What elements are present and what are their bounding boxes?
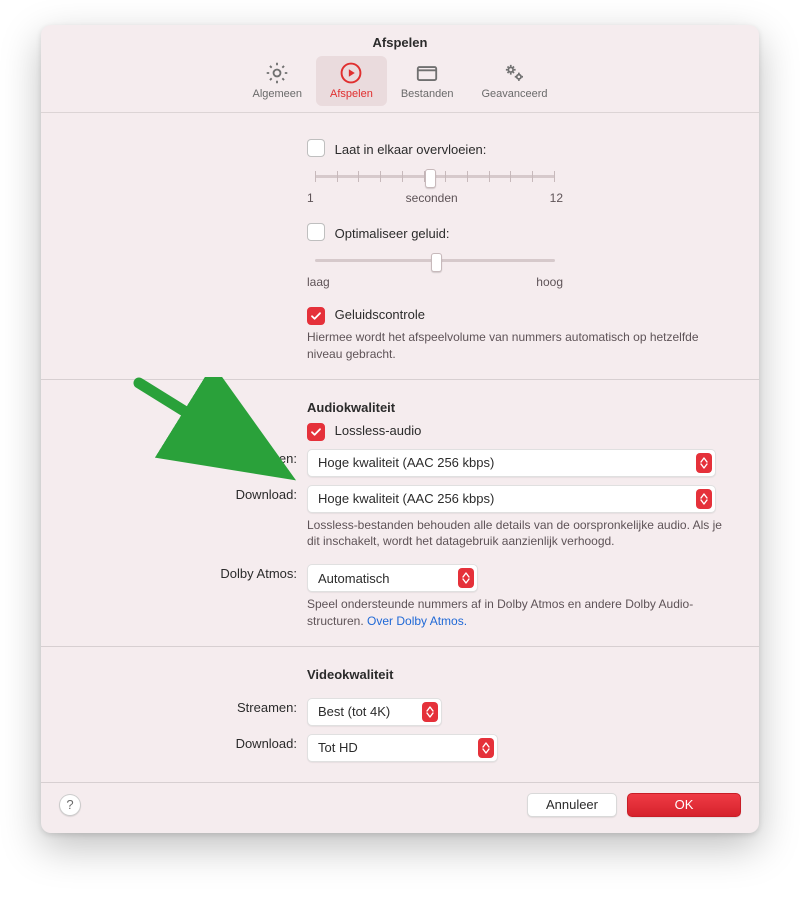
lossless-checkbox[interactable] <box>307 423 325 441</box>
select-value: Automatisch <box>318 571 390 586</box>
dolby-help: Speel ondersteunde nummers af in Dolby A… <box>307 596 733 630</box>
divider <box>41 646 759 647</box>
soundcheck-checkbox[interactable] <box>307 307 325 325</box>
ok-button[interactable]: OK <box>627 793 741 817</box>
tab-label: Algemeen <box>252 88 302 100</box>
folder-icon <box>414 60 440 86</box>
dolby-atmos-select[interactable]: Automatisch <box>307 564 478 592</box>
dolby-label: Dolby Atmos: <box>67 564 307 581</box>
select-value: Best (tot 4K) <box>318 704 390 719</box>
optimize-label: Optimaliseer geluid: <box>335 226 450 241</box>
updown-icon <box>696 453 712 473</box>
check-icon <box>310 426 322 438</box>
tab-label: Bestanden <box>401 88 454 100</box>
slider-max-label: 12 <box>550 191 563 205</box>
tab-label: Afspelen <box>330 88 373 100</box>
updown-icon <box>696 489 712 509</box>
soundcheck-label: Geluidscontrole <box>335 307 425 322</box>
updown-icon <box>458 568 474 588</box>
gears-icon <box>501 60 527 86</box>
stream-quality-select[interactable]: Hoge kwaliteit (AAC 256 kbps) <box>307 449 716 477</box>
tab-files[interactable]: Bestanden <box>387 56 468 106</box>
select-value: Hoge kwaliteit (AAC 256 kbps) <box>318 455 494 470</box>
play-circle-icon <box>338 60 364 86</box>
select-value: Tot HD <box>318 740 358 755</box>
tab-advanced[interactable]: Geavanceerd <box>467 56 561 106</box>
help-button[interactable]: ? <box>59 794 81 816</box>
download-label: Download: <box>67 485 307 502</box>
toolbar-tabs: Algemeen Afspelen Bestanden Geavanceerd <box>41 54 759 113</box>
gear-icon <box>264 60 290 86</box>
updown-icon <box>422 702 438 722</box>
divider <box>41 379 759 380</box>
slider-mid-label: seconden <box>406 191 458 205</box>
cancel-button[interactable]: Annuleer <box>527 793 617 817</box>
crossfade-label: Laat in elkaar overvloeien: <box>335 142 487 157</box>
slider-high-label: hoog <box>536 275 563 289</box>
tab-label: Geavanceerd <box>481 88 547 100</box>
select-value: Hoge kwaliteit (AAC 256 kbps) <box>318 491 494 506</box>
tab-general[interactable]: Algemeen <box>238 56 316 106</box>
crossfade-slider[interactable] <box>315 167 555 189</box>
video-download-select[interactable]: Tot HD <box>307 734 498 762</box>
video-stream-select[interactable]: Best (tot 4K) <box>307 698 442 726</box>
download-quality-select[interactable]: Hoge kwaliteit (AAC 256 kbps) <box>307 485 716 513</box>
slider-min-label: 1 <box>307 191 314 205</box>
stream-label: Streamen: <box>67 449 307 466</box>
updown-icon <box>478 738 494 758</box>
video-download-label: Download: <box>67 734 307 751</box>
video-stream-label: Streamen: <box>67 698 307 715</box>
soundcheck-help: Hiermee wordt het afspeelvolume van numm… <box>307 329 733 363</box>
crossfade-checkbox[interactable] <box>307 139 325 157</box>
check-icon <box>310 310 322 322</box>
lossless-help: Lossless-bestanden behouden alle details… <box>307 517 733 551</box>
video-quality-heading: Videokwaliteit <box>307 667 733 682</box>
audio-quality-heading: Audiokwaliteit <box>307 400 733 415</box>
optimize-slider[interactable] <box>315 251 555 273</box>
lossless-label: Lossless-audio <box>335 423 422 438</box>
preferences-window: Afspelen Algemeen Afspelen Bestanden <box>41 25 759 833</box>
slider-low-label: laag <box>307 275 330 289</box>
optimize-checkbox[interactable] <box>307 223 325 241</box>
tab-playback[interactable]: Afspelen <box>316 56 387 106</box>
window-title: Afspelen <box>41 25 759 54</box>
dolby-link[interactable]: Over Dolby Atmos. <box>367 614 467 628</box>
